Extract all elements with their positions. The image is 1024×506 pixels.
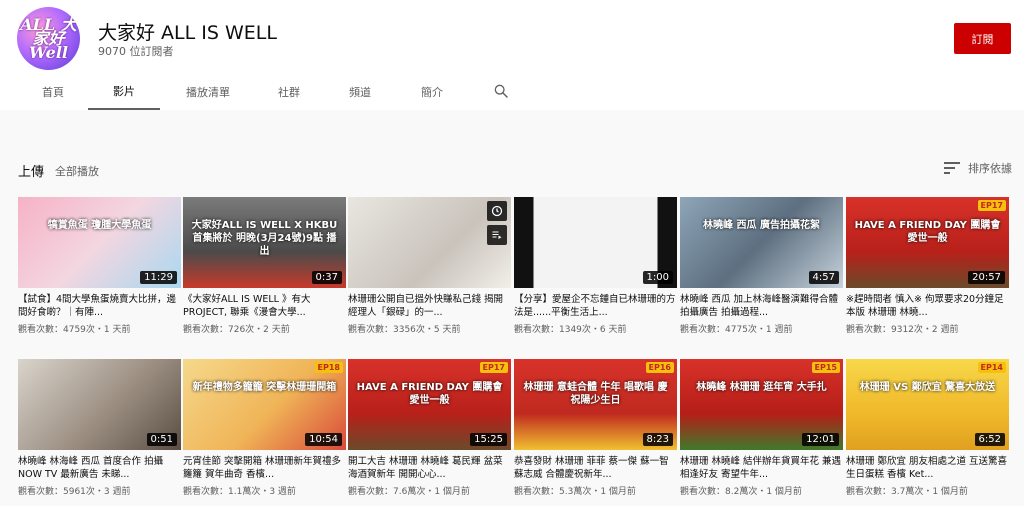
video-card[interactable]: 林珊珊公開自已搵外快賺私己錢 揭開經理人「銀碌」的一... 觀看次數：3356次… [348, 197, 511, 335]
tab-channels[interactable]: 頻道 [324, 74, 396, 110]
subscriber-count: 9070 位訂閱者 [98, 45, 174, 58]
thumbnail-caption: 林曉峰 西瓜 廣告拍攝花絮 [703, 220, 820, 231]
duration-badge: 10:54 [305, 433, 342, 446]
video-meta: 觀看次數：5961次・3 週前 [18, 487, 131, 497]
add-to-queue-icon[interactable] [487, 225, 507, 245]
sort-button[interactable]: 排序依據 [944, 160, 1012, 176]
video-card[interactable]: 1:00 【分享】愛屋企不忘鍾自已林珊珊的方法是......平衡生活上... 觀… [514, 197, 677, 335]
video-title[interactable]: 林珊珊 鄭欣宜 朋友相處之道 互送驚喜 生日蛋糕 香檳 Ket... [846, 455, 1009, 481]
video-title[interactable]: 元宵佳節 突擊開箱 林珊珊新年賀禮多籮籮 賀年曲奇 香檳... [183, 455, 346, 481]
search-icon[interactable] [493, 83, 509, 99]
video-card[interactable]: 林曉峰 西瓜 廣告拍攝花絮 4:57 林曉峰 西瓜 加上林海峰醫演難得合體拍攝廣… [680, 197, 843, 335]
duration-badge: 4:57 [808, 271, 839, 284]
video-card[interactable]: EP14 林珊珊 VS 鄭欣宜 驚喜大放送 6:52 林珊珊 鄭欣宜 朋友相處之… [846, 359, 1009, 497]
duration-badge: 8:23 [642, 433, 673, 446]
duration-badge: 15:25 [470, 433, 507, 446]
video-meta: 觀看次數：3.7萬次・1 個月前 [846, 487, 968, 497]
episode-badge: EP16 [645, 362, 674, 373]
watch-later-icon[interactable] [487, 201, 507, 221]
tab-community[interactable]: 社群 [254, 74, 324, 110]
video-title[interactable]: 恭喜發財 林珊珊 菲菲 蔡一傑 蘇一智 蘇志威 合體慶祝新年... [514, 455, 677, 481]
video-thumbnail[interactable]: 犒賞魚蛋 瓊腫大學魚蛋 11:29 [18, 197, 181, 288]
episode-badge: EP15 [811, 362, 840, 373]
duration-badge: 0:37 [311, 271, 342, 284]
thumbnail-caption: HAVE A FRIEND DAY 團購會愛世一般 [356, 382, 503, 406]
channel-header: ALL 大家好 Well 大家好 ALL IS WELL 9070 位訂閱者 訂… [0, 0, 1024, 110]
video-card[interactable]: EP15 林曉峰 林珊珊 逛年宵 大手扎 12:01 林珊珊 林曉峰 結伴辦年貨… [680, 359, 843, 497]
video-meta: 觀看次數：4775次・1 週前 [680, 325, 793, 335]
episode-badge: EP17 [479, 362, 508, 373]
channel-tabs: 首頁 影片 播放清單 社群 頻道 簡介 [0, 74, 1024, 110]
video-title[interactable]: ※趕時間者 慎入※ 佝眾要求20分鐘足本版 林珊珊 林曉... [846, 293, 1009, 319]
video-card[interactable]: 大家好ALL IS WELL X HKBU 首集將於 明晚(3月24號)9點 播… [183, 197, 346, 335]
video-card[interactable]: 犒賞魚蛋 瓊腫大學魚蛋 11:29 【試食】4間大學魚蛋燒賣大比拼，邊間好食啲？… [18, 197, 181, 335]
thumbnail-caption: 林珊珊 意蛙合體 牛年 唱歌唱 慶祝陽少生日 [523, 382, 668, 406]
duration-badge: 12:01 [802, 433, 839, 446]
video-card[interactable]: 0:51 林曉峰 林海峰 西瓜 首度合作 拍攝 NOW TV 最新廣告 未睇..… [18, 359, 181, 497]
tab-videos[interactable]: 影片 [88, 74, 160, 110]
video-thumbnail[interactable]: EP17 HAVE A FRIEND DAY 團購會愛世一般 15:25 [348, 359, 511, 450]
video-meta: 觀看次數：9312次・2 週前 [846, 325, 959, 335]
episode-badge: EP18 [314, 362, 343, 373]
play-all-button[interactable]: 全部播放 [55, 163, 99, 179]
video-title[interactable]: 【試食】4間大學魚蛋燒賣大比拼，邊間好食啲？｜有陣... [18, 293, 181, 319]
video-thumbnail[interactable]: EP14 林珊珊 VS 鄭欣宜 驚喜大放送 6:52 [846, 359, 1009, 450]
video-meta: 觀看次數：1.1萬次・3 週前 [183, 487, 296, 497]
channel-avatar[interactable]: ALL 大家好 Well [17, 7, 80, 70]
video-thumbnail[interactable]: 林曉峰 西瓜 廣告拍攝花絮 4:57 [680, 197, 843, 288]
video-title[interactable]: 林曉峰 西瓜 加上林海峰醫演難得合體拍攝廣告 拍攝過程... [680, 293, 843, 319]
section-title: 上傳 [18, 165, 45, 180]
video-thumbnail[interactable] [348, 197, 511, 288]
video-thumbnail[interactable]: 大家好ALL IS WELL X HKBU 首集將於 明晚(3月24號)9點 播… [183, 197, 346, 288]
tab-playlists[interactable]: 播放清單 [172, 74, 244, 110]
video-thumbnail[interactable]: EP16 林珊珊 意蛙合體 牛年 唱歌唱 慶祝陽少生日 8:23 [514, 359, 677, 450]
thumbnail-caption: 新年禮物多籠籠 突擊林珊珊開箱 [192, 382, 337, 393]
video-title[interactable]: 林珊珊 林曉峰 結伴辦年貨買年花 兼遇相逢好友 寄望牛年... [680, 455, 843, 481]
thumbnail-caption: HAVE A FRIEND DAY 團購會愛世一般 [854, 220, 1001, 244]
episode-badge: EP17 [977, 200, 1006, 211]
video-thumbnail[interactable]: EP18 新年禮物多籠籠 突擊林珊珊開箱 10:54 [183, 359, 346, 450]
video-card[interactable]: EP17 HAVE A FRIEND DAY 團購會愛世一般 15:25 開工大… [348, 359, 511, 497]
video-thumbnail[interactable]: 1:00 [514, 197, 677, 288]
video-card[interactable]: EP17 HAVE A FRIEND DAY 團購會愛世一般 20:57 ※趕時… [846, 197, 1009, 335]
video-thumbnail[interactable]: EP17 HAVE A FRIEND DAY 團購會愛世一般 20:57 [846, 197, 1009, 288]
hover-actions [487, 201, 507, 245]
duration-badge: 6:52 [974, 433, 1005, 446]
sort-icon [944, 162, 960, 174]
sort-label: 排序依據 [968, 162, 1012, 175]
tab-home[interactable]: 首頁 [18, 74, 88, 110]
duration-badge: 20:57 [968, 271, 1005, 284]
video-meta: 觀看次數：726次・2 天前 [183, 325, 290, 335]
video-meta: 觀看次數：4759次・1 天前 [18, 325, 131, 335]
duration-badge: 1:00 [642, 271, 673, 284]
thumbnail-caption: 林曉峰 林珊珊 逛年宵 大手扎 [696, 382, 827, 393]
video-title[interactable]: 林曉峰 林海峰 西瓜 首度合作 拍攝 NOW TV 最新廣告 未睇... [18, 455, 181, 481]
subscribe-button[interactable]: 訂閱 [954, 23, 1011, 54]
video-title[interactable]: 【分享】愛屋企不忘鍾自已林珊珊的方法是......平衡生活上... [514, 293, 677, 319]
video-meta: 觀看次數：7.6萬次・1 個月前 [348, 487, 470, 497]
channel-name: 大家好 ALL IS WELL [98, 22, 277, 44]
video-title[interactable]: 開工大吉 林珊珊 林曉峰 葛民輝 盆菜海酒賀新年 開開心心... [348, 455, 511, 481]
video-card[interactable]: EP18 新年禮物多籠籠 突擊林珊珊開箱 10:54 元宵佳節 突擊開箱 林珊珊… [183, 359, 346, 497]
thumbnail-caption: 大家好ALL IS WELL X HKBU 首集將於 明晚(3月24號)9點 播… [191, 220, 338, 257]
video-meta: 觀看次數：3356次・5 天前 [348, 325, 461, 335]
video-card[interactable]: EP16 林珊珊 意蛙合體 牛年 唱歌唱 慶祝陽少生日 8:23 恭喜發財 林珊… [514, 359, 677, 497]
episode-badge: EP14 [977, 362, 1006, 373]
avatar-logo-text: ALL 大家好 Well [20, 14, 77, 62]
thumbnail-caption: 林珊珊 VS 鄭欣宜 驚喜大放送 [859, 382, 996, 393]
video-thumbnail[interactable]: 0:51 [18, 359, 181, 450]
video-meta: 觀看次數：8.2萬次・1 個月前 [680, 487, 802, 497]
thumbnail-caption: 犒賞魚蛋 瓊腫大學魚蛋 [47, 220, 152, 231]
video-title[interactable]: 林珊珊公開自已搵外快賺私己錢 揭開經理人「銀碌」的一... [348, 293, 511, 319]
duration-badge: 0:51 [146, 433, 177, 446]
video-meta: 觀看次數：5.3萬次・1 個月前 [514, 487, 636, 497]
duration-badge: 11:29 [140, 271, 177, 284]
video-title[interactable]: 《大家好ALL IS WELL 》有大 PROJECT, 聯乘《漫會大學... [183, 293, 346, 319]
video-thumbnail[interactable]: EP15 林曉峰 林珊珊 逛年宵 大手扎 12:01 [680, 359, 843, 450]
tab-about[interactable]: 簡介 [396, 74, 468, 110]
video-meta: 觀看次數：1349次・6 天前 [514, 325, 627, 335]
